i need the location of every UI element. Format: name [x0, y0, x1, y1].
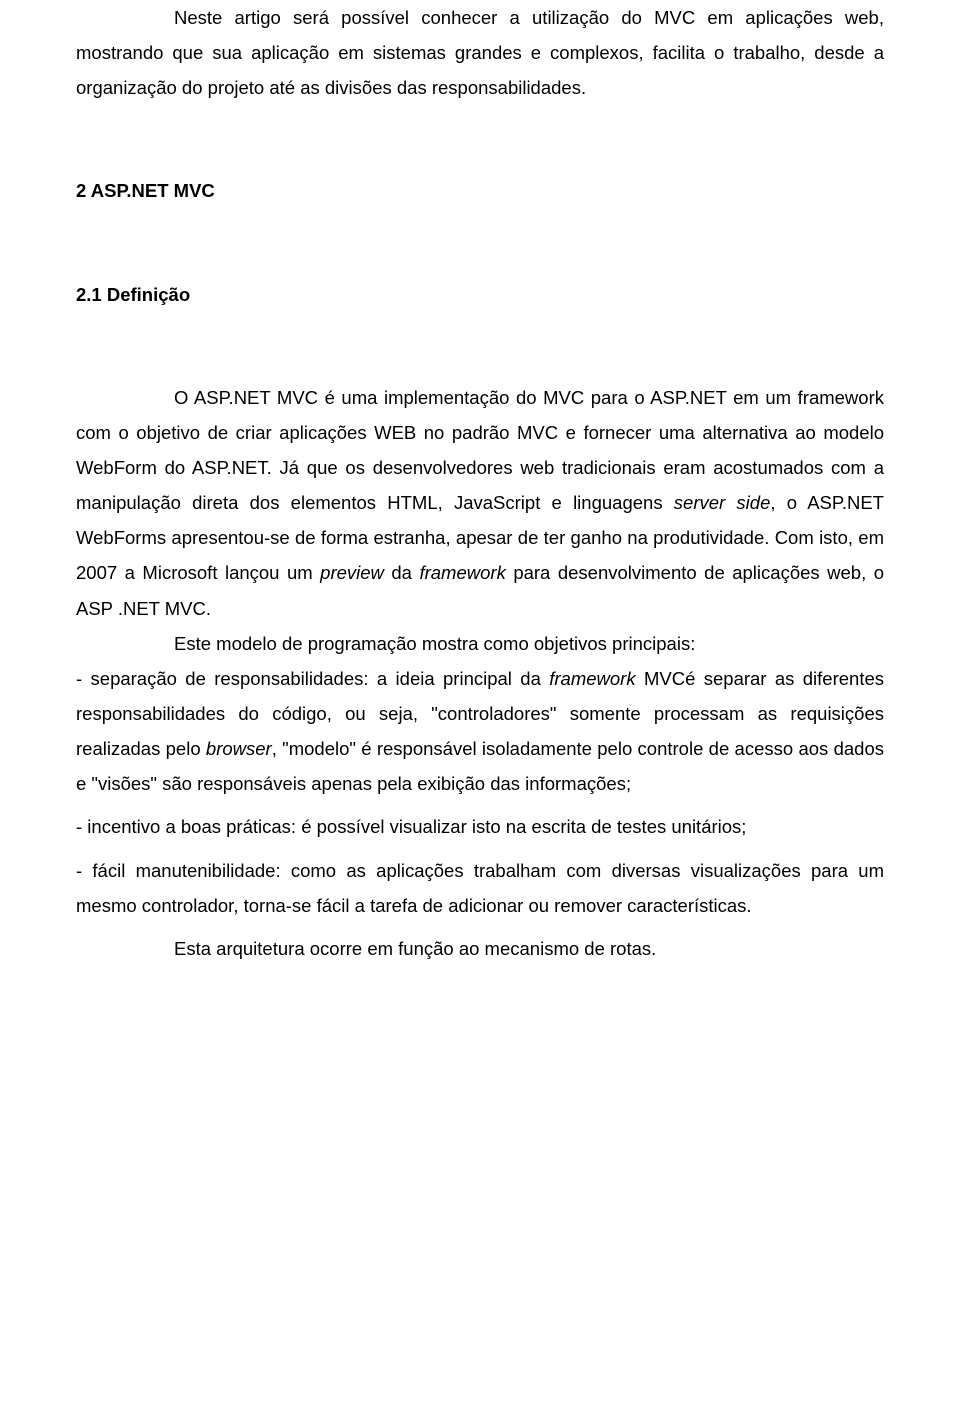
spacer: [76, 105, 884, 173]
italic-text: server side: [674, 492, 771, 513]
intro-paragraph: Neste artigo será possível conhecer a ut…: [76, 0, 884, 105]
spacer: [76, 209, 884, 277]
list-item: - incentivo a boas práticas: é possível …: [76, 809, 884, 844]
text-fragment: - separação de responsabilidades: a idei…: [76, 668, 549, 689]
italic-text: preview: [320, 562, 384, 583]
spacer: [76, 312, 884, 380]
heading-level-3: 2.1 Definição: [76, 277, 884, 312]
italic-text: browser: [206, 738, 272, 759]
objectives-intro-paragraph: Este modelo de programação mostra como o…: [76, 626, 884, 661]
text-fragment: da: [384, 562, 420, 583]
list-item: - fácil manutenibilidade: como as aplica…: [76, 853, 884, 923]
conclusion-paragraph: Esta arquitetura ocorre em função ao mec…: [76, 931, 884, 966]
heading-level-2: 2 ASP.NET MVC: [76, 173, 884, 208]
italic-text: framework: [419, 562, 505, 583]
italic-text: framework: [549, 668, 635, 689]
list-item: - separação de responsabilidades: a idei…: [76, 661, 884, 802]
definition-paragraph: O ASP.NET MVC é uma implementação do MVC…: [76, 380, 884, 626]
